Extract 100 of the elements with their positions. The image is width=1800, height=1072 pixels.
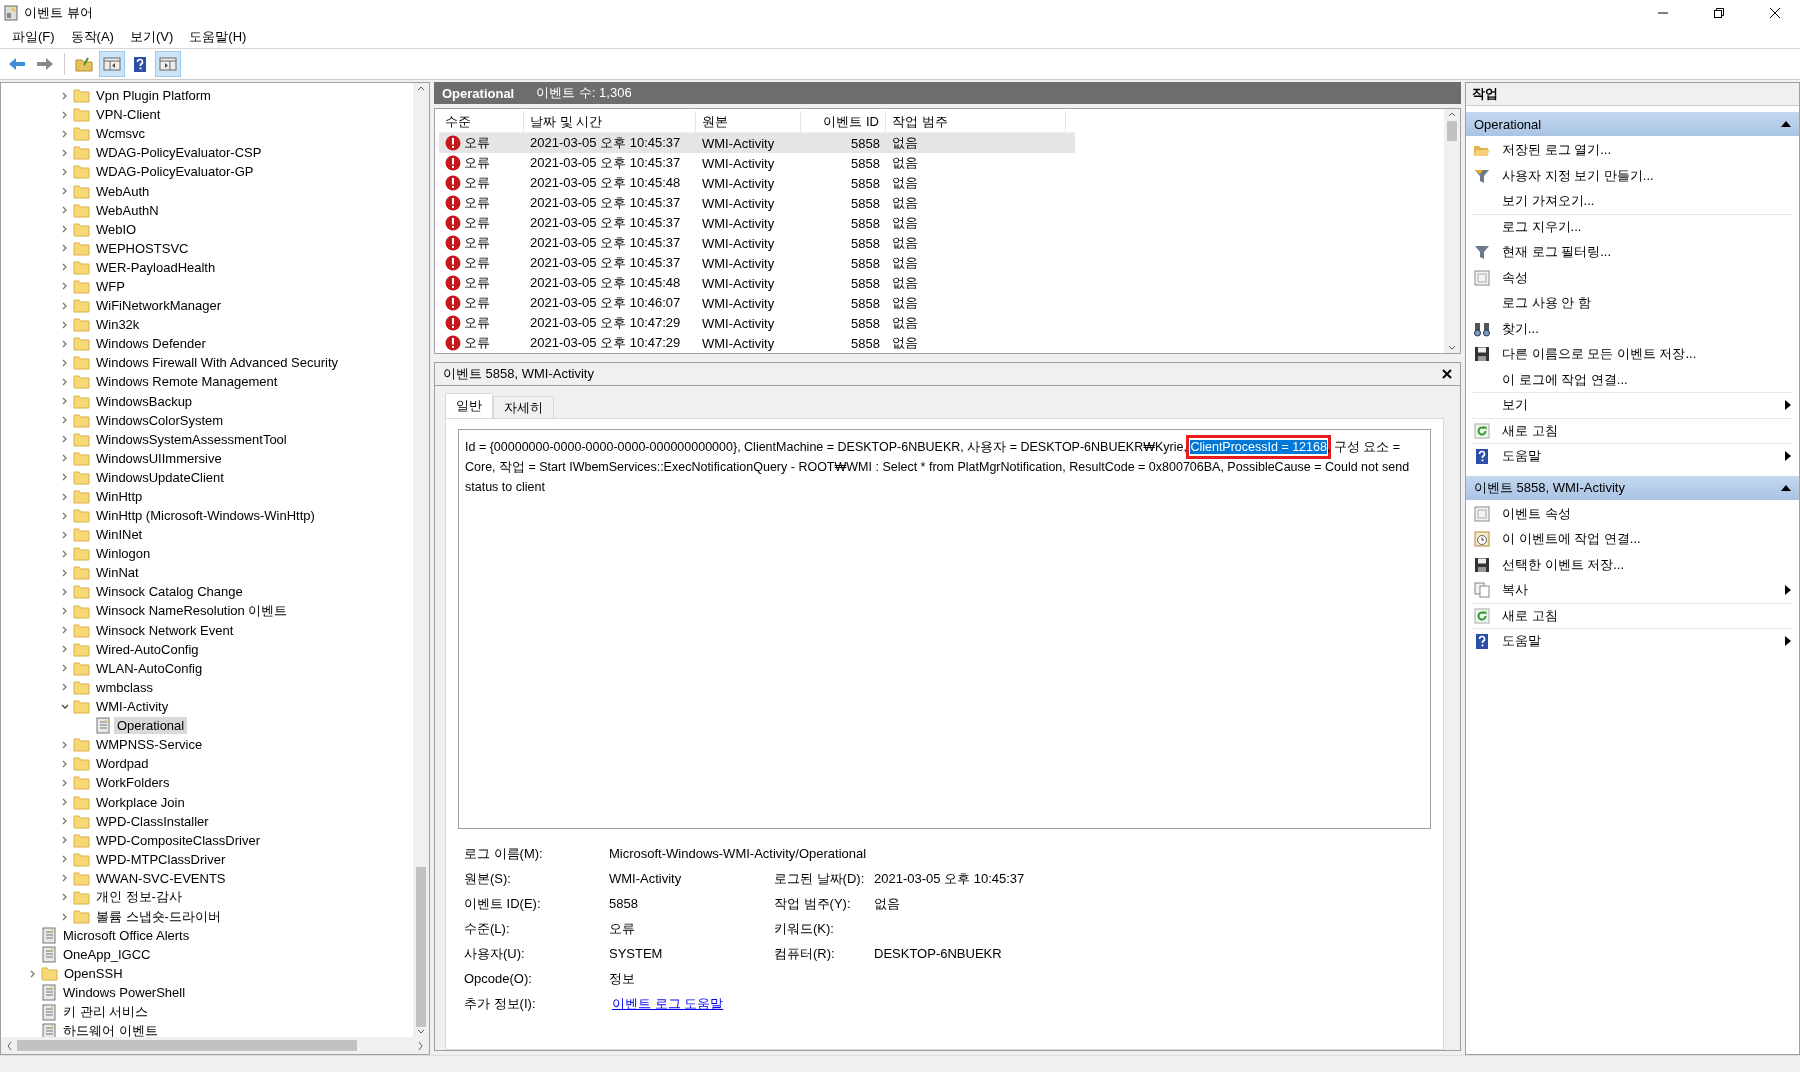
tree-item[interactable]: WindowsBackup	[93, 392, 196, 410]
tree-item[interactable]: Windows Defender	[93, 335, 209, 353]
column-header[interactable]: 작업 범주	[886, 111, 1066, 132]
tree-item[interactable]: Winsock Network Event	[93, 621, 237, 639]
tree-item[interactable]: WindowsUpdateClient	[93, 468, 227, 486]
event-row[interactable]: 오류 2021-03-05 오후 10:47:29 WMI-Activity 5858 없음	[439, 313, 1075, 333]
message-box[interactable]	[458, 429, 1431, 829]
expand-chevron-icon[interactable]	[61, 282, 69, 291]
column-header[interactable]: 수준	[439, 111, 524, 132]
section-header[interactable]: 이벤트 5858, WMI-Activity	[1466, 475, 1799, 500]
expand-chevron-icon[interactable]	[61, 187, 69, 195]
menu-item[interactable]: 도움말(H)	[183, 28, 253, 46]
tree-item[interactable]: WLAN-AutoConfig	[93, 659, 206, 677]
tree-item[interactable]: Vpn Plugin Platform	[93, 87, 214, 105]
tree-item[interactable]: 개인 정보-감사	[93, 887, 185, 908]
action-item[interactable]: 속성	[1502, 268, 1791, 287]
tree-item[interactable]: WiFiNetworkManager	[93, 297, 224, 315]
tree-item[interactable]: WebAuthN	[93, 201, 162, 219]
expand-chevron-icon[interactable]	[61, 129, 69, 138]
scroll-thumb[interactable]	[1447, 121, 1457, 141]
action-item[interactable]: 저장된 로그 열기...	[1502, 141, 1791, 160]
expand-chevron-icon[interactable]	[61, 397, 69, 406]
scroll-left-icon[interactable]	[5, 1040, 13, 1051]
tree-item[interactable]: WinHttp	[93, 488, 146, 505]
tree-item[interactable]: 하드웨어 이벤트	[60, 1021, 161, 1037]
action-item[interactable]: 이 로그에 작업 연결...	[1502, 370, 1791, 389]
event-row[interactable]: 오류 2021-03-05 오후 10:45:37 WMI-Activity 5858 없음	[439, 133, 1075, 153]
vertical-scrollbar[interactable]	[1444, 109, 1460, 353]
scroll-thumb[interactable]	[17, 1040, 357, 1051]
expand-chevron-icon[interactable]	[61, 874, 69, 883]
tree-item[interactable]: OneApp_IGCC	[60, 946, 154, 964]
event-row[interactable]: 오류 2021-03-05 오후 10:46:07 WMI-Activity 5858 없음	[439, 293, 1075, 313]
tree-item[interactable]: WindowsUIImmersive	[93, 449, 225, 467]
action-item[interactable]: 보기	[1502, 396, 1785, 415]
tree-item[interactable]: Workplace Join	[93, 793, 188, 811]
expand-chevron-icon[interactable]	[61, 377, 69, 386]
expand-chevron-icon[interactable]	[61, 588, 69, 596]
expand-chevron-icon[interactable]	[61, 244, 69, 253]
tree-item[interactable]: WebIO	[93, 220, 140, 238]
expand-chevron-icon[interactable]	[61, 320, 69, 329]
expand-chevron-icon[interactable]	[61, 454, 69, 463]
action-item[interactable]: 로그 사용 안 함	[1502, 294, 1791, 313]
event-row[interactable]: 오류 2021-03-05 오후 10:45:37 WMI-Activity 5858 없음	[439, 253, 1075, 273]
tree-item[interactable]: Winlogon	[93, 545, 154, 563]
column-header[interactable]: 날짜 및 시간	[524, 111, 696, 132]
expand-chevron-icon[interactable]	[61, 645, 69, 654]
tree-item[interactable]: Windows Firewall With Advanced Security	[93, 354, 342, 372]
tree-item[interactable]: Winsock Catalog Change	[93, 583, 246, 601]
tree-item[interactable]: Windows Remote Management	[93, 373, 281, 391]
expand-chevron-icon[interactable]	[61, 110, 69, 119]
expand-chevron-icon[interactable]	[61, 225, 69, 234]
tree-item[interactable]: Win32k	[93, 316, 143, 334]
menu-item[interactable]: 동작(A)	[64, 28, 120, 46]
expand-chevron-icon[interactable]	[61, 263, 69, 272]
menu-item[interactable]: 파일(F)	[6, 28, 61, 46]
tree-item[interactable]: wmbclass	[93, 678, 157, 696]
expand-chevron-icon[interactable]	[61, 530, 69, 539]
collapse-caret-icon[interactable]	[1781, 484, 1791, 491]
tree-item[interactable]: WDAG-PolicyEvaluator-CSP	[93, 144, 265, 162]
action-item[interactable]: 새로 고침	[1502, 606, 1791, 625]
expand-chevron-icon[interactable]	[61, 912, 69, 921]
action-item[interactable]: 사용자 지정 보기 만들기...	[1502, 166, 1791, 185]
expand-chevron-icon[interactable]	[61, 435, 69, 444]
tree-item[interactable]: WPD-ClassInstaller	[93, 812, 212, 830]
expand-chevron-icon[interactable]	[61, 339, 69, 348]
action-item[interactable]: 복사	[1502, 581, 1785, 600]
action-item[interactable]: 선택한 이벤트 저장...	[1502, 555, 1791, 574]
tree-item[interactable]: WindowsColorSystem	[93, 411, 227, 429]
expand-chevron-icon[interactable]	[61, 798, 69, 806]
expand-chevron-icon[interactable]	[61, 740, 69, 749]
expand-chevron-icon[interactable]	[61, 416, 69, 425]
tree-item[interactable]: WinHttp (Microsoft-Windows-WinHttp)	[93, 507, 318, 525]
action-item[interactable]: 보기 가져오기...	[1502, 192, 1791, 211]
tree-item[interactable]: WorkFolders	[93, 774, 173, 792]
tree-item[interactable]: VPN-Client	[93, 106, 164, 124]
menu-item[interactable]: 보기(V)	[123, 28, 180, 46]
expand-chevron-icon[interactable]	[61, 607, 69, 616]
expand-chevron-icon[interactable]	[61, 358, 69, 367]
tree-item[interactable]: Wired-AutoConfig	[93, 640, 202, 658]
tree-item[interactable]: WWAN-SVC-EVENTS	[93, 869, 229, 887]
tree-item[interactable]: WinNat	[93, 564, 142, 582]
action-item[interactable]: 다른 이름으로 모든 이벤트 저장...	[1502, 345, 1791, 364]
tree-item[interactable]: WPD-MTPClassDriver	[93, 850, 229, 868]
help-link[interactable]: 이벤트 로그 도움말	[609, 994, 724, 1013]
expand-chevron-icon[interactable]	[61, 167, 69, 176]
expand-chevron-icon[interactable]	[61, 301, 69, 310]
action-item[interactable]: 새로 고침	[1502, 421, 1791, 440]
expand-chevron-icon[interactable]	[61, 148, 69, 157]
expand-chevron-icon[interactable]	[61, 683, 69, 692]
tree-item[interactable]: WMI-Activity	[93, 698, 172, 716]
event-row[interactable]: 오류 2021-03-05 오후 10:45:37 WMI-Activity 5858 없음	[439, 153, 1075, 173]
tree-item[interactable]: WFP	[93, 278, 128, 295]
expand-chevron-icon[interactable]	[61, 91, 69, 100]
tree-item[interactable]: Wcmsvc	[93, 125, 149, 143]
action-item[interactable]: 도움말	[1502, 447, 1785, 466]
collapse-caret-icon[interactable]	[1781, 121, 1791, 127]
scroll-right-icon[interactable]	[417, 1040, 425, 1051]
tree-item[interactable]: WebAuth	[93, 182, 153, 200]
tree-item[interactable]: WinINet	[93, 526, 146, 544]
expand-chevron-icon[interactable]	[61, 492, 69, 501]
